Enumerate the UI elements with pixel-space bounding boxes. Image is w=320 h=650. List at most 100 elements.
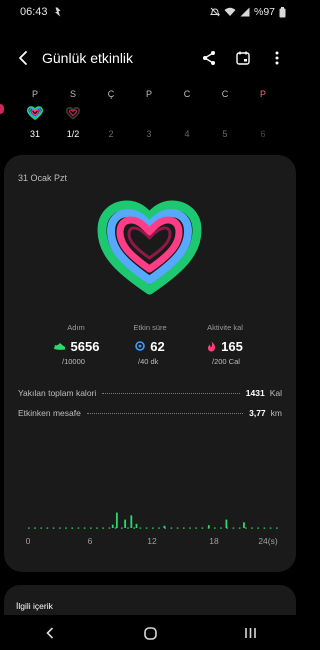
chart-baseline-dot — [139, 527, 142, 529]
app-bar: Günlük etkinlik — [0, 38, 300, 78]
day-number: 1/2 — [66, 129, 80, 139]
chart-baseline-dot — [276, 527, 278, 529]
chart-baseline-dot — [145, 527, 148, 529]
chart-baseline-dot — [102, 527, 104, 529]
day-item[interactable]: Ç 2 — [98, 88, 124, 140]
back-button[interactable] — [6, 41, 40, 75]
chart-baseline-dot — [28, 527, 30, 529]
dotted-leader — [102, 392, 240, 394]
battery-icon — [279, 6, 286, 17]
chart-bar — [207, 525, 210, 528]
chart-x-tick: 12 — [147, 536, 157, 546]
mute-icon — [210, 7, 220, 17]
day-letter: Ç — [107, 89, 115, 99]
chart-baseline-dot — [232, 527, 235, 529]
chart-baseline-dot — [71, 527, 73, 529]
total-calories-row: Yakılan toplam kalori 1431 Kal — [18, 386, 282, 400]
chart-bar — [115, 512, 118, 528]
chart-baseline-dot — [90, 527, 92, 529]
day-number: 3 — [146, 129, 152, 139]
chart-baseline-dot — [65, 527, 67, 529]
chart-baseline-dot — [214, 527, 216, 529]
day-item[interactable]: P 6 — [250, 88, 276, 140]
chart-baseline-dot — [158, 527, 160, 529]
day-item[interactable]: P 3 — [136, 88, 162, 140]
signal-icon — [240, 7, 250, 17]
calendar-icon — [236, 51, 250, 65]
day-item[interactable]: C 5 — [212, 88, 238, 140]
day-number: 4 — [184, 129, 190, 139]
activity-heart-mini-icon — [66, 106, 80, 119]
nav-recents-button[interactable] — [230, 618, 270, 648]
dotted-leader — [86, 412, 244, 414]
chart-x-tick: 0 — [26, 536, 31, 546]
calendar-button[interactable] — [228, 43, 258, 73]
total-calories-value: 1431 — [245, 388, 265, 398]
day-number: 5 — [222, 129, 228, 139]
share-button[interactable] — [194, 43, 224, 73]
day-letter: C — [221, 89, 229, 99]
shoe-icon — [53, 342, 65, 350]
chart-x-tick: 24(s) — [258, 536, 278, 546]
steps-value: 5656 — [70, 338, 100, 354]
status-time: 06:43 — [20, 6, 48, 18]
chart-baseline-dot — [189, 527, 191, 529]
notification-icon — [54, 7, 61, 17]
chart-baseline-dot — [77, 527, 80, 529]
chart-baseline-dot — [133, 527, 135, 529]
chart-baseline-dot — [40, 527, 42, 529]
active-time-value: 62 — [150, 338, 165, 354]
chart-baseline-dot — [127, 527, 129, 529]
chart-baseline-dot — [34, 527, 36, 529]
nav-home-icon — [143, 626, 157, 640]
activity-calories-label: Aktivite kal — [207, 323, 243, 332]
chart-baseline-dot — [83, 527, 86, 529]
total-calories-unit: Kal — [269, 388, 282, 398]
activity-calories-stat[interactable]: Aktivite kal 165 /200 Cal — [175, 322, 275, 366]
battery-percent: %97 — [253, 6, 275, 18]
share-icon — [203, 51, 215, 65]
date-label: 31 Ocak Pzt — [18, 173, 68, 183]
chart-baseline-dot — [263, 527, 266, 529]
chart-baseline-dot — [195, 527, 197, 529]
chart-baseline-dot — [201, 527, 204, 529]
chart-baseline-dot — [257, 527, 259, 529]
chart-baseline-dot — [269, 527, 272, 529]
active-distance-row: Etkinken mesafe 3,77 km — [18, 406, 282, 420]
timer-icon — [135, 341, 146, 351]
chart-baseline-dot — [96, 527, 98, 529]
system-nav-bar — [0, 616, 300, 650]
page-title: Günlük etkinlik — [42, 50, 134, 66]
nav-back-icon — [46, 627, 54, 639]
day-item[interactable]: S 1/2 — [60, 88, 86, 140]
chart-bar — [135, 523, 138, 528]
chart-baseline-dot — [52, 527, 55, 529]
chart-bar — [111, 524, 114, 528]
nav-home-button[interactable] — [130, 618, 170, 648]
chart-baseline-dot — [152, 527, 154, 529]
chart-baseline-dot — [183, 527, 185, 529]
activity-heart-rings — [97, 200, 202, 295]
day-item[interactable]: C 4 — [174, 88, 200, 140]
activity-calories-goal: /200 Cal — [212, 357, 240, 366]
related-content-title: İlgili içerik — [16, 601, 53, 611]
chart-baseline-dot — [238, 527, 241, 529]
chart-baseline-dot — [176, 527, 179, 529]
day-selector: P 31 S 1/2 Ç 2 P 3 C 4 C 5 P 6 — [0, 88, 300, 148]
active-distance-value: 3,77 — [249, 408, 266, 418]
day-number: 6 — [260, 129, 266, 139]
back-arrow-icon — [19, 51, 27, 65]
chart-bar — [243, 522, 245, 528]
chart-baseline-dot — [245, 527, 247, 529]
activity-heart-mini-icon — [27, 105, 43, 120]
wifi-icon — [224, 7, 236, 16]
activity-calories-value: 165 — [221, 338, 243, 354]
more-options-button[interactable] — [262, 43, 292, 73]
nav-back-button[interactable] — [30, 618, 70, 648]
chart-x-tick: 6 — [88, 536, 93, 546]
day-letter: C — [183, 89, 191, 99]
chart-bar — [163, 525, 166, 528]
day-item-selected[interactable]: 31 — [20, 88, 50, 140]
activity-stats: Adım 5656 /10000 Etkin süre 62 /40 dk Ak… — [0, 322, 300, 372]
chart-baseline-dot — [121, 527, 123, 529]
